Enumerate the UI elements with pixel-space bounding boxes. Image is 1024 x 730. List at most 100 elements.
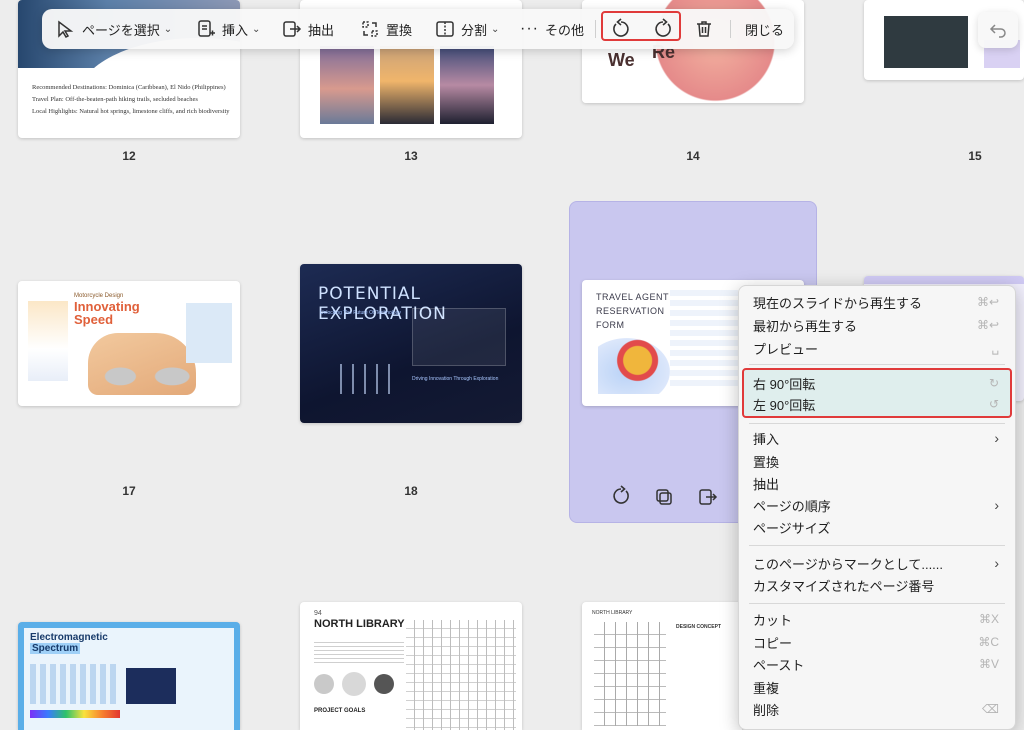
menu-item-label: ペースト: [753, 657, 805, 673]
undo-button[interactable]: [978, 12, 1018, 48]
rotate-right-icon: [613, 485, 629, 504]
more-dots-icon: ···: [520, 20, 539, 37]
page-19-title-2: RESERVATION: [596, 306, 665, 316]
toolbar-divider: [595, 20, 596, 38]
duplicate-page-button[interactable]: [654, 487, 674, 512]
split-label: 分割: [461, 22, 488, 38]
page-number-15: 15: [968, 149, 982, 163]
page-18-table: [412, 308, 506, 366]
menu-item-play-from-start[interactable]: 最初から再生する ⌘↩: [753, 314, 1003, 336]
menu-item-paste[interactable]: ペースト ⌘V: [753, 653, 1003, 675]
menu-item-label: 削除: [753, 702, 780, 718]
menu-item-label: カスタマイズされたページ番号: [753, 578, 935, 594]
menu-item-custom-page-number[interactable]: カスタマイズされたページ番号: [753, 574, 1003, 596]
menu-item-label: ページサイズ: [753, 520, 831, 536]
split-button[interactable]: 分割 ⌄: [435, 9, 499, 49]
page-21-wave-chart: [30, 664, 120, 704]
page-21-title-2: Spectrum: [30, 643, 81, 654]
menu-item-insert[interactable]: 挿入 ›: [753, 427, 1003, 449]
page-thumbnail-23[interactable]: NORTH LIBRARY DESIGN CONCEPT: [582, 602, 742, 730]
chevron-right-icon: ›: [994, 555, 999, 571]
page-thumbnail-21[interactable]: Electromagnetic Spectrum: [18, 622, 240, 730]
menu-item-label: このページからマークとして......: [753, 556, 944, 572]
menu-shortcut: ⌘X: [978, 612, 999, 626]
select-page-label: ページを選択: [82, 22, 160, 38]
extract-button[interactable]: 抽出: [282, 9, 334, 49]
page-thumbnail-22[interactable]: 94 NORTH LIBRARY PROJECT GOALS: [300, 602, 522, 730]
page-number-13: 13: [404, 149, 418, 163]
menu-item-label: 左 90°回転: [753, 397, 816, 413]
more-button[interactable]: ··· その他: [520, 9, 584, 49]
page-15-chalkboard: [884, 16, 968, 68]
menu-item-page-size[interactable]: ページサイズ: [753, 516, 1003, 538]
page-17-side-panel: [186, 303, 232, 363]
page-12-text-1: Recommended Destinations: Dominica (Cari…: [32, 84, 226, 91]
delete-key-icon: ⌫: [982, 702, 999, 716]
menu-divider: [749, 423, 1005, 424]
menu-item-page-order[interactable]: ページの順序 ›: [753, 494, 1003, 516]
page-18-subtitle-1: Unlocking The Future Of Technology: [320, 310, 401, 316]
menu-item-cut[interactable]: カット ⌘X: [753, 608, 1003, 630]
page-23-concept-label: DESIGN CONCEPT: [676, 624, 722, 630]
extract-icon: [283, 21, 302, 37]
page-22-circle-2: [342, 672, 366, 696]
close-button[interactable]: 閉じる: [745, 9, 784, 49]
delete-button[interactable]: [694, 9, 720, 49]
chevron-right-icon: ›: [994, 497, 999, 513]
extract-label: 抽出: [308, 22, 335, 38]
chevron-right-icon: ›: [994, 430, 999, 446]
menu-item-replace[interactable]: 置換: [753, 450, 1003, 472]
page-22-text-block: [314, 642, 404, 666]
page-22-title: NORTH LIBRARY: [314, 618, 405, 630]
split-icon: [436, 21, 454, 37]
page-21-title-1: Electromagnetic: [30, 632, 108, 643]
chevron-down-icon: ⌄: [252, 23, 261, 35]
undo-icon: [989, 24, 1006, 38]
toolbar-divider: [730, 20, 731, 38]
page-number-17: 17: [122, 484, 136, 498]
page-22-circle-1: [314, 674, 334, 694]
menu-divider: [749, 603, 1005, 604]
rotate-page-button[interactable]: [610, 485, 632, 512]
page-thumbnail-18[interactable]: POTENTIAL EXPLORATION Unlocking The Futu…: [300, 264, 522, 423]
menu-shortcut: ⌘↩: [976, 318, 999, 332]
page-22-building-sketch: [406, 620, 516, 730]
menu-item-duplicate[interactable]: 重複: [753, 676, 1003, 698]
menu-item-preview[interactable]: プレビュー ␣: [753, 337, 1003, 359]
page-18-subtitle-2: Driving Innovation Through Exploration: [412, 376, 499, 382]
menu-divider: [749, 364, 1005, 365]
page-thumbnail-17[interactable]: Motorcycle Design Innovating Speed: [18, 281, 240, 406]
menu-item-label: 重複: [753, 680, 780, 696]
close-label: 閉じる: [745, 22, 785, 38]
replace-button[interactable]: 置換: [360, 9, 412, 49]
menu-item-label: 抽出: [753, 476, 780, 492]
menu-item-rotate-left[interactable]: 左 90°回転 ↺: [753, 393, 1003, 415]
select-page-button[interactable]: ページを選択 ⌄: [56, 9, 172, 49]
menu-item-label: コピー: [753, 635, 793, 651]
rotate-right-icon: ↻: [988, 376, 999, 390]
menu-item-play-from-current[interactable]: 現在のスライドから再生する ⌘↩: [753, 291, 1003, 313]
menu-shortcut: ⌘V: [978, 657, 999, 671]
copy-icon: [656, 489, 672, 505]
menu-item-delete[interactable]: 削除 ⌫: [753, 698, 1003, 720]
menu-item-mark-from-page[interactable]: このページからマークとして...... ›: [753, 552, 1003, 574]
page-13-photo-1: [320, 46, 374, 124]
insert-button[interactable]: 挿入 ⌄: [196, 9, 260, 49]
extract-page-button[interactable]: [698, 487, 718, 512]
page-19-balloon-art: [598, 338, 670, 394]
menu-item-label: 右 90°回転: [753, 376, 816, 392]
page-13-photo-3: [440, 46, 494, 124]
page-17-motorcycle-image: [88, 333, 196, 395]
page-22-number: 94: [314, 610, 322, 617]
replace-label: 置換: [386, 22, 413, 38]
page-13-photo-2: [380, 46, 434, 124]
page-context-menu: 現在のスライドから再生する ⌘↩ 最初から再生する ⌘↩ プレビュー ␣ 右 90°回…: [738, 285, 1016, 730]
page-17-title-2: Speed: [74, 312, 114, 327]
page-number-18: 18: [404, 484, 418, 498]
page-23-floor-plan: [594, 622, 666, 726]
menu-item-copy[interactable]: コピー ⌘C: [753, 631, 1003, 653]
menu-item-rotate-right[interactable]: 右 90°回転 ↻: [753, 372, 1003, 394]
menu-item-extract[interactable]: 抽出: [753, 472, 1003, 494]
insert-page-icon: [198, 20, 215, 37]
extract-icon: [699, 489, 718, 505]
